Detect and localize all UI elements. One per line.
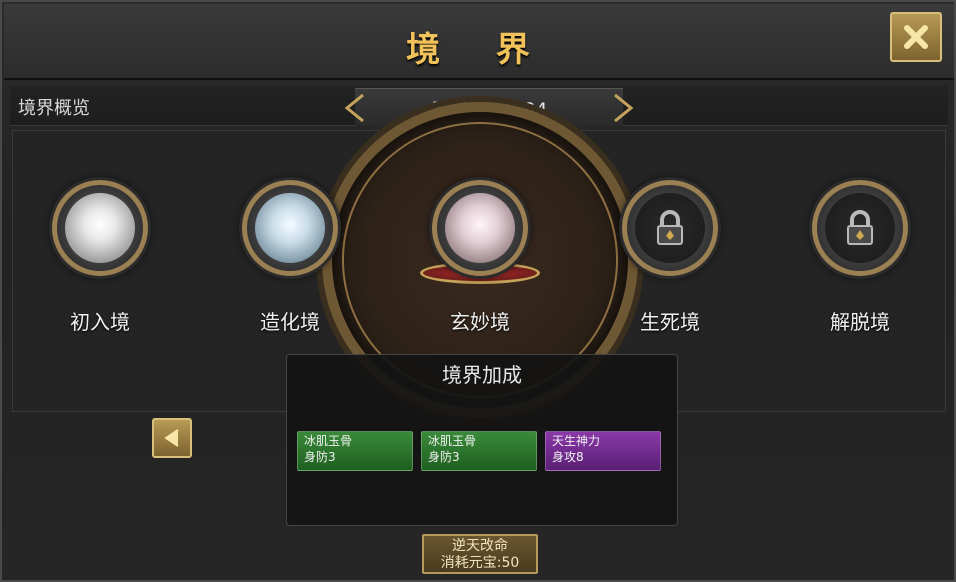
realm-name: 解脱境 <box>830 310 890 334</box>
prev-button[interactable] <box>152 418 192 458</box>
realm-orb <box>445 193 515 263</box>
realm-name: 生死境 <box>640 310 700 334</box>
reverse-fate-button[interactable]: 逆天改命 消耗元宝:50 <box>422 534 538 574</box>
realm-bonus-panel: 境界加成 冰肌玉骨 身防3 冰肌玉骨 身防3 天生神力 身攻8 <box>286 354 678 526</box>
title-bar: 境 界 <box>4 4 954 80</box>
orb-ring <box>432 180 528 276</box>
realm-chuning[interactable]: 初入境 <box>40 180 160 340</box>
ornament-right-icon <box>609 91 637 125</box>
bonus-card-name: 冰肌玉骨 <box>428 434 477 448</box>
realm-zaohua[interactable]: 造化境 <box>230 180 350 340</box>
bonus-card[interactable]: 天生神力 身攻8 <box>545 431 661 471</box>
lock-icon <box>847 210 873 245</box>
realm-name: 造化境 <box>260 310 320 334</box>
bonus-card-stat: 身防3 <box>304 450 336 464</box>
chevron-left-icon <box>164 429 179 447</box>
close-button[interactable] <box>890 12 942 62</box>
bonus-card[interactable]: 冰肌玉骨 身防3 <box>297 431 413 471</box>
orb-ring <box>812 180 908 276</box>
realm-orb <box>65 193 135 263</box>
orb-ring <box>52 180 148 276</box>
realm-xuanmiao[interactable]: 玄妙境 <box>420 180 540 340</box>
realm-jietuo[interactable]: 解脱境 <box>800 180 920 340</box>
orb-ring <box>242 180 338 276</box>
bonus-card-name: 冰肌玉骨 <box>304 434 353 448</box>
reverse-fate-cost: 消耗元宝:50 <box>440 555 520 571</box>
bonus-card-stat: 身攻8 <box>552 450 584 464</box>
realm-orb <box>255 193 325 263</box>
realm-orb-locked <box>635 193 705 263</box>
realm-orb-locked <box>825 193 895 263</box>
orb-ring <box>622 180 718 276</box>
bonus-card-stat: 身防3 <box>428 450 460 464</box>
bonus-card[interactable]: 冰肌玉骨 身防3 <box>421 431 537 471</box>
realm-name: 玄妙境 <box>450 310 510 334</box>
lock-icon <box>657 210 683 245</box>
window-title: 境 界 <box>406 30 552 70</box>
reverse-fate-label: 逆天改命 <box>452 538 508 554</box>
bonus-title: 境界加成 <box>442 363 522 387</box>
bonus-cards: 冰肌玉骨 身防3 冰肌玉骨 身防3 天生神力 身攻8 <box>297 431 661 471</box>
close-icon <box>904 25 928 49</box>
bonus-card-name: 天生神力 <box>552 434 601 448</box>
realm-shengsi[interactable]: 生死境 <box>610 180 730 340</box>
overview-label: 境界概览 <box>18 98 90 119</box>
realm-name: 初入境 <box>70 310 130 334</box>
realm-window: 境 界 境界概览 元气: 145.84 初入境 <box>0 0 956 582</box>
